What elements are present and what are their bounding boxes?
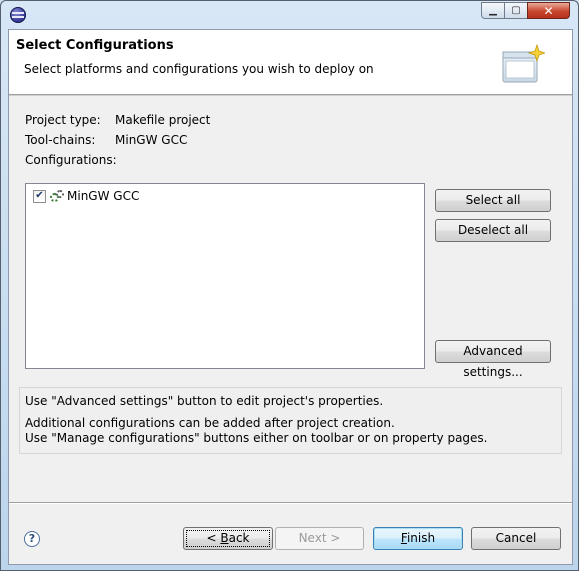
toolchains-value: MinGW GCC [115,133,188,147]
minimize-icon: ▁ [489,5,497,16]
next-button[interactable]: Next > [275,527,364,550]
project-type-label: Project type: [25,113,101,127]
dialog-client-area: Select Configurations Select platforms a… [8,29,573,565]
toolchains-label: Tool-chains: [25,133,96,147]
list-item[interactable]: ✔ MinGW GCC [33,189,139,203]
config-label: MinGW GCC [67,189,140,203]
hint-panel: Use "Advanced settings" button to edit p… [19,387,562,454]
hint-line-advanced: Use "Advanced settings" button to edit p… [25,394,384,408]
back-rest: ack [228,531,250,545]
back-button[interactable]: < Back [183,527,273,550]
configurations-list[interactable]: ✔ MinGW GCC [25,183,425,369]
cancel-button[interactable]: Cancel [471,527,561,550]
page-description: Select platforms and configurations you … [24,62,374,76]
minimize-button[interactable]: ▁ [481,2,505,19]
checkmark-icon: ✔ [35,190,44,201]
config-checkbox[interactable]: ✔ [33,189,46,203]
wizard-banner: Select Configurations Select platforms a… [9,30,572,95]
deselect-all-button[interactable]: Deselect all [435,219,551,242]
new-wizard-icon [502,43,545,83]
close-button[interactable]: ✕ [527,2,570,19]
maximize-button[interactable]: ▢ [504,2,528,19]
window-controls: ▁ ▢ ✕ [481,2,570,19]
project-type-value: Makefile project [115,113,211,127]
eclipse-icon[interactable] [10,7,26,23]
banner-separator [9,95,572,97]
advanced-settings-button[interactable]: Advanced settings... [435,340,551,379]
help-icon[interactable]: ? [24,531,40,547]
maximize-icon: ▢ [511,5,521,16]
finish-button[interactable]: Finish [373,527,463,550]
dialog-window: ▁ ▢ ✕ Select Configurations Select platf… [0,0,579,571]
finish-rest: inish [406,531,436,545]
back-mnemonic: B [220,531,229,545]
title-bar[interactable]: ▁ ▢ ✕ [1,1,578,29]
back-prefix: < [206,531,221,545]
hint-line-manage: Use "Manage configurations" buttons eith… [25,431,488,445]
hint-line-additional: Additional configurations can be added a… [25,416,395,430]
configurations-label: Configurations: [25,153,117,167]
select-all-button[interactable]: Select all [435,189,551,212]
page-title: Select Configurations [16,38,174,53]
footer-separator [9,502,572,504]
gear-icon [50,189,64,203]
close-icon: ✕ [543,3,554,18]
